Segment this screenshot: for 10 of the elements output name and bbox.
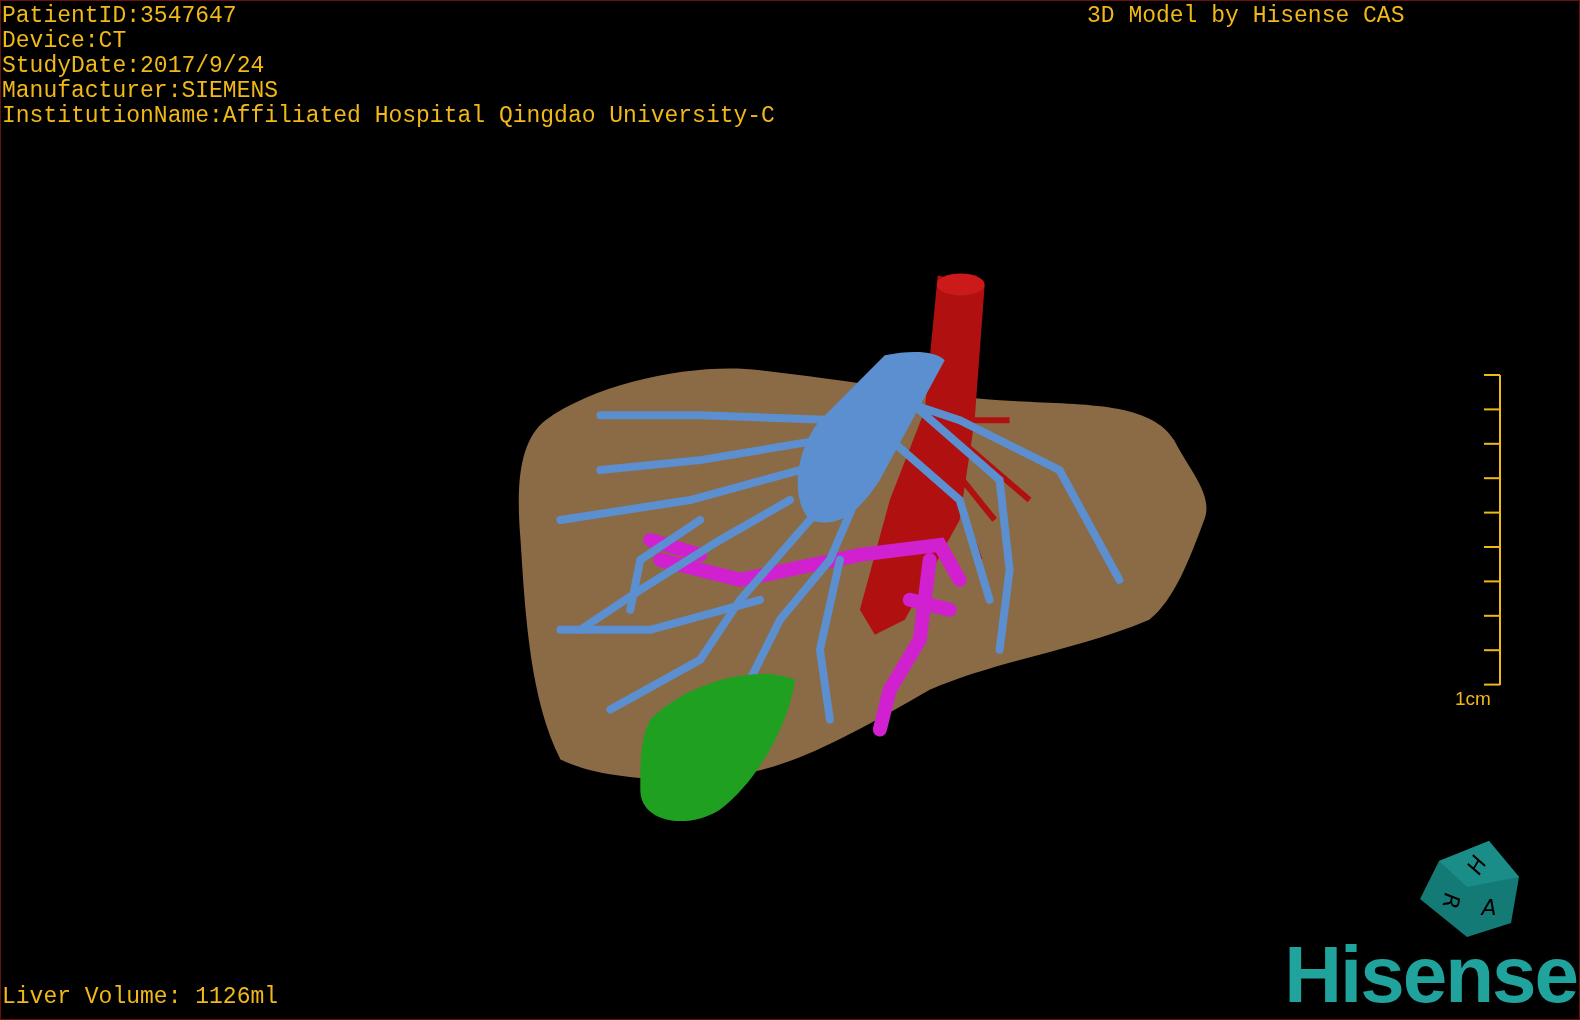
metadata-text: StudyDate:2017/9/24 (2, 54, 266, 79)
scale-label: 1cm (1454, 688, 1491, 710)
brand-logo: Hisense (1284, 939, 1577, 1011)
liver-volume-text: Liver Volume: 1126ml (2, 985, 279, 1010)
metadata-text: PatientID:3547647 (2, 4, 238, 29)
orientation-cube[interactable]: H R A (1420, 841, 1519, 937)
metadata-text: Manufacturer:SIEMENS (2, 79, 280, 104)
metadata-text: Device:CT (2, 29, 128, 54)
viewer-title: 3D Model by Hisense CAS (1087, 4, 1405, 29)
metadata-text: InstitutionName:Affiliated Hospital Qingdao University-C (2, 104, 775, 129)
